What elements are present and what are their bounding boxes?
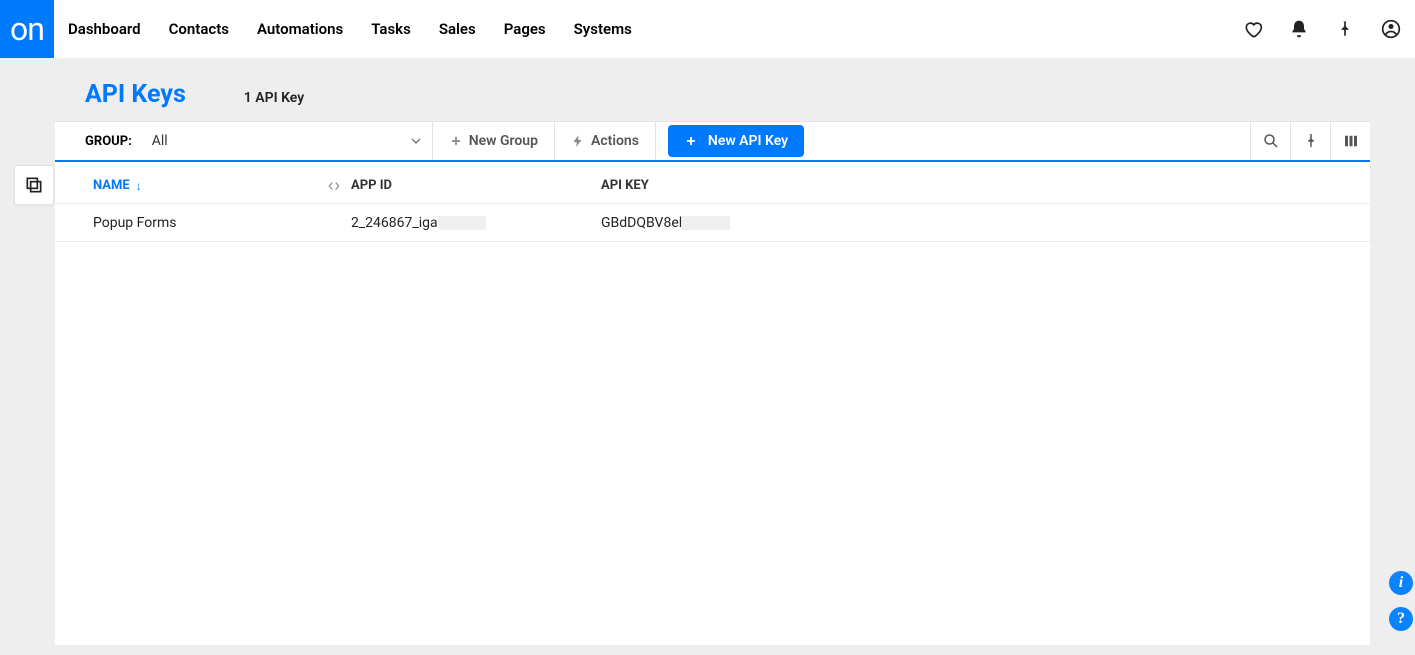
nav-sales[interactable]: Sales [439,20,476,38]
page-subtitle: 1 API Key [244,90,304,106]
cell-appid: 2_246867_iga [351,215,601,231]
info-icon: i [1399,574,1403,592]
toolbar-left: GROUP: All [55,122,432,160]
column-header-apikey[interactable]: API KEY [601,178,1370,193]
masked-segment [438,216,486,230]
page-title: API Keys [85,80,186,109]
pin-button[interactable] [1290,122,1330,160]
heart-icon[interactable] [1243,19,1263,39]
top-nav: on Dashboard Contacts Automations Tasks … [0,0,1415,58]
columns-button[interactable] [1330,122,1370,160]
new-group-button[interactable]: New Group [432,122,555,160]
column-name-label: NAME [93,178,130,193]
nav-contacts[interactable]: Contacts [169,20,229,38]
actions-label: Actions [591,133,639,149]
search-button[interactable] [1250,122,1290,160]
cell-appid-value: 2_246867_iga [351,215,438,231]
table-row[interactable]: Popup Forms 2_246867_iga GBdDQBV8el [55,204,1370,242]
new-group-label: New Group [469,133,538,149]
expand-icon [327,179,341,193]
nav-tasks[interactable]: Tasks [371,20,411,38]
new-api-key-label: New API Key [708,133,788,149]
actions-button[interactable]: Actions [555,122,656,160]
pin-icon [1302,132,1320,150]
toolbar-right [1250,122,1370,160]
plus-icon [684,134,698,148]
plus-icon [449,134,463,148]
sort-down-icon: ↓ [136,179,142,193]
group-select[interactable]: All [144,122,432,160]
help-float-button[interactable]: ? [1389,607,1413,631]
new-api-key-button[interactable]: New API Key [668,125,804,157]
chevron-down-icon [408,133,424,149]
nav-pages[interactable]: Pages [504,20,546,38]
brand-label: on [10,10,44,48]
cell-name: Popup Forms [55,215,351,231]
table-header-row: NAME ↓ APP ID API KEY [55,162,1370,204]
brand-logo[interactable]: on [0,0,54,58]
column-header-appid[interactable]: APP ID [351,178,601,193]
page-wrap: API Keys 1 API Key GROUP: All New Group … [55,58,1370,645]
cell-apikey: GBdDQBV8el [601,215,1370,231]
nav-links: Dashboard Contacts Automations Tasks Sal… [68,20,632,38]
account-icon[interactable] [1381,19,1401,39]
search-icon [1262,132,1280,150]
cell-apikey-value: GBdDQBV8el [601,215,682,231]
toolbar: GROUP: All New Group Actions New API Key [55,121,1370,162]
nav-automations[interactable]: Automations [257,20,343,38]
pin-icon[interactable] [1335,19,1355,39]
top-nav-right [1243,19,1415,39]
page-header: API Keys 1 API Key [55,58,1370,121]
help-icon: ? [1397,610,1405,628]
columns-icon [1342,132,1360,150]
group-selected-value: All [152,133,168,149]
bell-icon[interactable] [1289,19,1309,39]
nav-dashboard[interactable]: Dashboard [68,20,141,38]
masked-segment [682,216,730,230]
group-label: GROUP: [85,134,132,149]
info-float-button[interactable]: i [1389,571,1413,595]
bolt-icon [571,134,585,148]
left-rail-card-icon[interactable] [14,165,54,205]
api-keys-table: NAME ↓ APP ID API KEY Popup Forms 2_2468… [55,162,1370,645]
nav-systems[interactable]: Systems [574,20,632,38]
column-header-name[interactable]: NAME ↓ [55,178,351,193]
